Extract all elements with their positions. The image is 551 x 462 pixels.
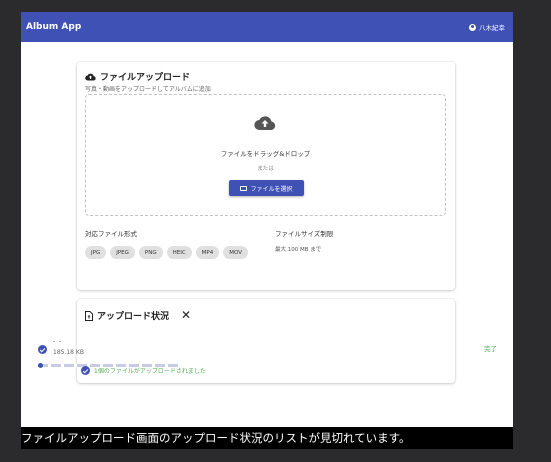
summary-text: 1個のファイルがアップロードされました xyxy=(94,368,206,375)
status-title-text: アップロード状況 xyxy=(97,312,170,322)
size-limit-label: ファイルサイズ制限 xyxy=(275,230,334,238)
uploaded-file-size: 185.18 KB xyxy=(53,349,84,356)
file-upload-icon xyxy=(85,310,93,321)
format-chip: JPEG xyxy=(110,246,135,259)
formats-label: 対応ファイル形式 xyxy=(85,230,137,238)
user-name: 八木紀幸 xyxy=(479,24,505,32)
upload-card-title: ファイルアップロード xyxy=(85,70,190,83)
cloud-upload-large-icon xyxy=(254,115,276,135)
size-limit-value: 最大 100 MB まで xyxy=(275,247,322,253)
format-chips: JPG JPEG PNG HEIC MP4 MOV xyxy=(85,246,255,259)
drop-instruction: ファイルをドラッグ&ドロップ xyxy=(220,150,311,158)
select-file-label: ファイルを選択 xyxy=(250,185,293,193)
upload-title-text: ファイルアップロード xyxy=(100,73,191,83)
user-menu[interactable]: 八木紀幸 xyxy=(469,22,505,32)
app-title: Album App xyxy=(26,22,82,32)
check-circle-icon xyxy=(38,345,47,354)
status-card-title: アップロード状況 xyxy=(85,309,169,322)
close-icon[interactable]: ✕ xyxy=(181,309,191,321)
format-chip: MP4 xyxy=(195,246,220,259)
clipped-row-icon xyxy=(38,363,43,368)
upload-subtitle: 写真・動画をアップロードしてアルバムに追加 xyxy=(85,86,211,93)
or-text: または xyxy=(257,166,274,172)
folder-icon xyxy=(240,185,248,191)
upload-card: ファイルアップロード 写真・動画をアップロードしてアルバムに追加 ファイルをドラ… xyxy=(77,62,455,290)
format-chip: JPG xyxy=(85,246,107,259)
browser-viewport: Album App 八木紀幸 ファイルアップロード 写真・動画をアップロードして… xyxy=(21,12,513,427)
format-chip: MOV xyxy=(223,246,248,259)
app-bar: Album App 八木紀幸 xyxy=(21,12,513,42)
uploaded-file-name: - - xyxy=(53,338,63,345)
format-chip: HEIC xyxy=(166,246,192,259)
summary-check-icon xyxy=(81,366,90,375)
format-chip: PNG xyxy=(138,246,163,259)
account-icon xyxy=(469,23,476,31)
select-file-button[interactable]: ファイルを選択 xyxy=(229,180,304,196)
caption-text: ファイルアップロード画面のアップロード状況のリストが見切れています。 xyxy=(21,427,513,449)
cloud-upload-icon xyxy=(85,73,96,81)
drop-zone[interactable]: ファイルをドラッグ&ドロップ または ファイルを選択 xyxy=(85,94,446,216)
upload-summary: 1個のファイルがアップロードされました xyxy=(81,366,206,375)
uploaded-file-status: 完了 xyxy=(484,345,497,353)
